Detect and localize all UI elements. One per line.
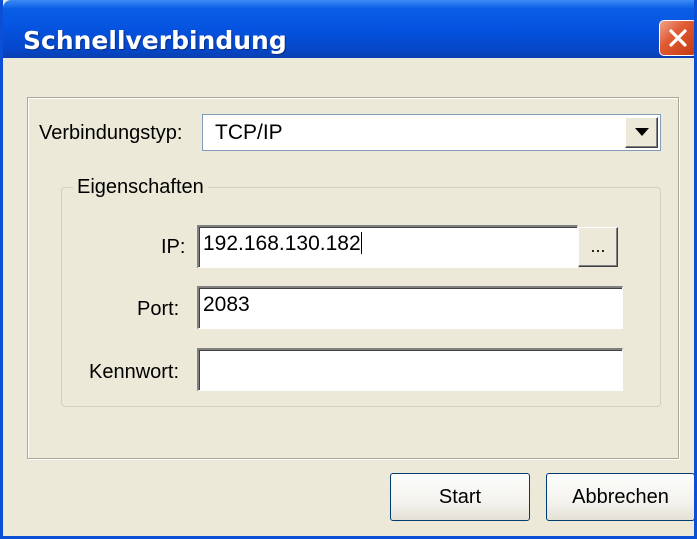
close-icon: [669, 29, 687, 47]
browse-button[interactable]: ...: [578, 227, 618, 267]
port-label: Port:: [137, 298, 180, 320]
cancel-button[interactable]: Abbrechen: [546, 473, 694, 521]
dropdown-button[interactable]: [625, 117, 658, 148]
port-value: 2083: [203, 293, 250, 316]
ip-value: 192.168.130.182: [203, 232, 361, 255]
connection-type-label: Verbindungstyp:: [39, 122, 183, 144]
start-button[interactable]: Start: [390, 473, 530, 521]
text-caret: [360, 232, 362, 254]
password-field[interactable]: [197, 348, 623, 391]
close-button[interactable]: [659, 20, 694, 56]
ip-label: IP:: [161, 236, 186, 258]
port-field[interactable]: 2083: [197, 286, 623, 329]
connection-type-select[interactable]: TCP/IP: [202, 114, 661, 151]
properties-legend: Eigenschaften: [73, 175, 208, 199]
chevron-down-icon: [634, 128, 649, 136]
ip-field[interactable]: 192.168.130.182: [197, 225, 578, 268]
window-title: Schnellverbindung: [23, 26, 287, 55]
quick-connect-dialog: Schnellverbindung Verbindungstyp: TCP/IP…: [0, 0, 697, 539]
connection-type-value: TCP/IP: [215, 121, 283, 144]
password-label: Kennwort:: [89, 361, 180, 383]
title-bar[interactable]: Schnellverbindung: [3, 0, 694, 58]
